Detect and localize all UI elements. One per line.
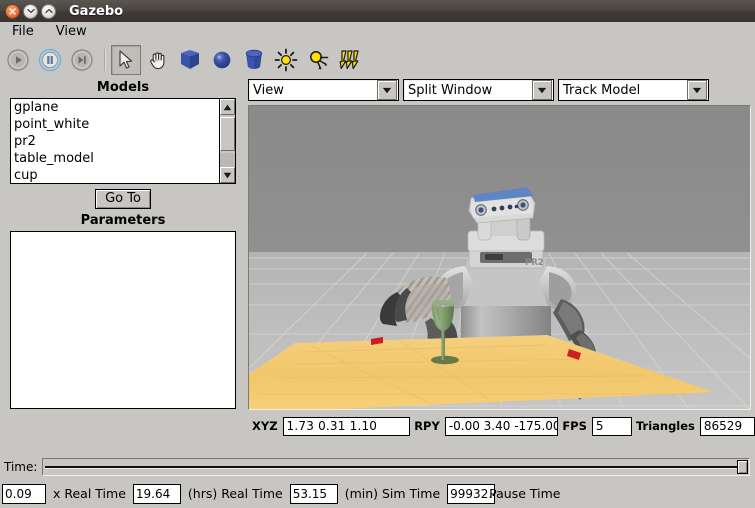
title-bar: Gazebo [0,0,755,22]
step-forward-button[interactable] [67,45,97,75]
real-time-factor-field[interactable]: 0.09 [2,483,46,504]
chevron-down-icon[interactable] [377,80,397,100]
right-panel: View Split Window Track Model PR2 XYZ 1.… [248,78,755,452]
chevron-down-icon[interactable] [23,3,38,19]
go-to-button[interactable]: Go To [95,189,151,209]
menu-bar: File View [0,22,755,42]
xyz-label: XYZ [252,419,278,433]
close-icon[interactable] [5,3,20,19]
scroll-up-icon[interactable] [220,99,235,115]
toolbar-separator [104,49,106,71]
chevron-up-icon[interactable] [41,3,56,19]
list-item[interactable]: gplane [11,99,235,116]
pause-time-label: Pause Time [489,486,561,501]
fps-field[interactable]: 5 [591,416,632,436]
menu-item-file[interactable]: File [8,23,42,41]
list-item[interactable]: pr2 [11,133,235,150]
rpy-field[interactable]: -0.00 3.40 -175.00 [444,416,559,436]
fps-label: FPS [562,419,587,433]
list-item[interactable]: point_white [11,116,235,133]
viewport-toolbar: View Split Window Track Model [248,78,755,102]
rpy-label: RPY [414,419,440,433]
parameters-title: Parameters [80,213,166,228]
triangles-field[interactable]: 86529 [699,416,755,436]
insert-box-button[interactable] [175,45,205,75]
xyz-field[interactable]: 1.73 0.31 1.10 [282,416,411,436]
bottom-status-bar: 0.09 x Real Time 19.64 (hrs) Real Time 5… [0,479,755,508]
tool-bar [0,42,755,78]
time-slider-groove [45,466,747,469]
scrollbar-track[interactable] [220,153,235,167]
play-button[interactable] [3,45,33,75]
insert-cylinder-button[interactable] [239,45,269,75]
models-title: Models [96,80,150,95]
scene-render: PR2 [249,106,750,409]
pause-button[interactable] [35,45,65,75]
real-time-field[interactable]: 19.64 [132,483,181,504]
track-model-dropdown[interactable]: Track Model [558,79,709,101]
simulation-viewport[interactable]: PR2 [248,105,751,410]
time-label: Time: [4,460,38,474]
robot-label: PR2 [525,258,544,268]
split-window-dropdown[interactable]: Split Window [403,79,554,101]
gazebo-window: Gazebo File View Models gplane point_whi… [0,0,755,508]
time-slider-handle[interactable] [737,460,748,474]
real-time-factor-label: x Real Time [53,486,126,501]
left-panel: Models gplane point_white pr2 table_mode… [0,78,246,452]
parameters-list[interactable] [10,231,236,409]
sim-time-label: (min) Sim Time [344,486,441,501]
triangles-label: Triangles [635,419,695,433]
time-slider[interactable] [42,458,750,476]
directional-light-icon[interactable] [335,45,365,75]
real-time-label: (hrs) Real Time [187,486,283,501]
go-to-row: Go To [0,184,246,211]
list-item[interactable]: cup [11,167,235,183]
scrollbar-thumb[interactable] [220,117,235,151]
spot-light-icon[interactable] [303,45,333,75]
split-window-dropdown-label: Split Window [408,82,493,98]
models-list-scrollbar[interactable] [219,99,235,183]
chevron-down-icon[interactable] [532,80,552,100]
scroll-down-icon[interactable] [220,167,235,183]
insert-sphere-button[interactable] [207,45,237,75]
select-tool-button[interactable] [111,45,141,75]
window-title: Gazebo [69,3,124,19]
point-light-icon[interactable] [271,45,301,75]
menu-item-view[interactable]: View [52,23,95,41]
models-list[interactable]: gplane point_white pr2 table_model cup [10,98,236,184]
view-dropdown[interactable]: View [248,79,399,101]
pause-time-field[interactable]: 99932.49 [447,483,496,504]
sim-time-field[interactable]: 53.15 [289,483,338,504]
window-controls [0,3,56,19]
list-item[interactable]: table_model [11,150,235,167]
viewport-status-bar: XYZ 1.73 0.31 1.10 RPY -0.00 3.40 -175.0… [248,415,755,437]
time-slider-bar: Time: [0,456,755,478]
view-dropdown-label: View [253,82,284,98]
chevron-down-icon[interactable] [687,80,707,100]
pan-tool-button[interactable] [143,45,173,75]
track-model-dropdown-label: Track Model [563,82,641,98]
